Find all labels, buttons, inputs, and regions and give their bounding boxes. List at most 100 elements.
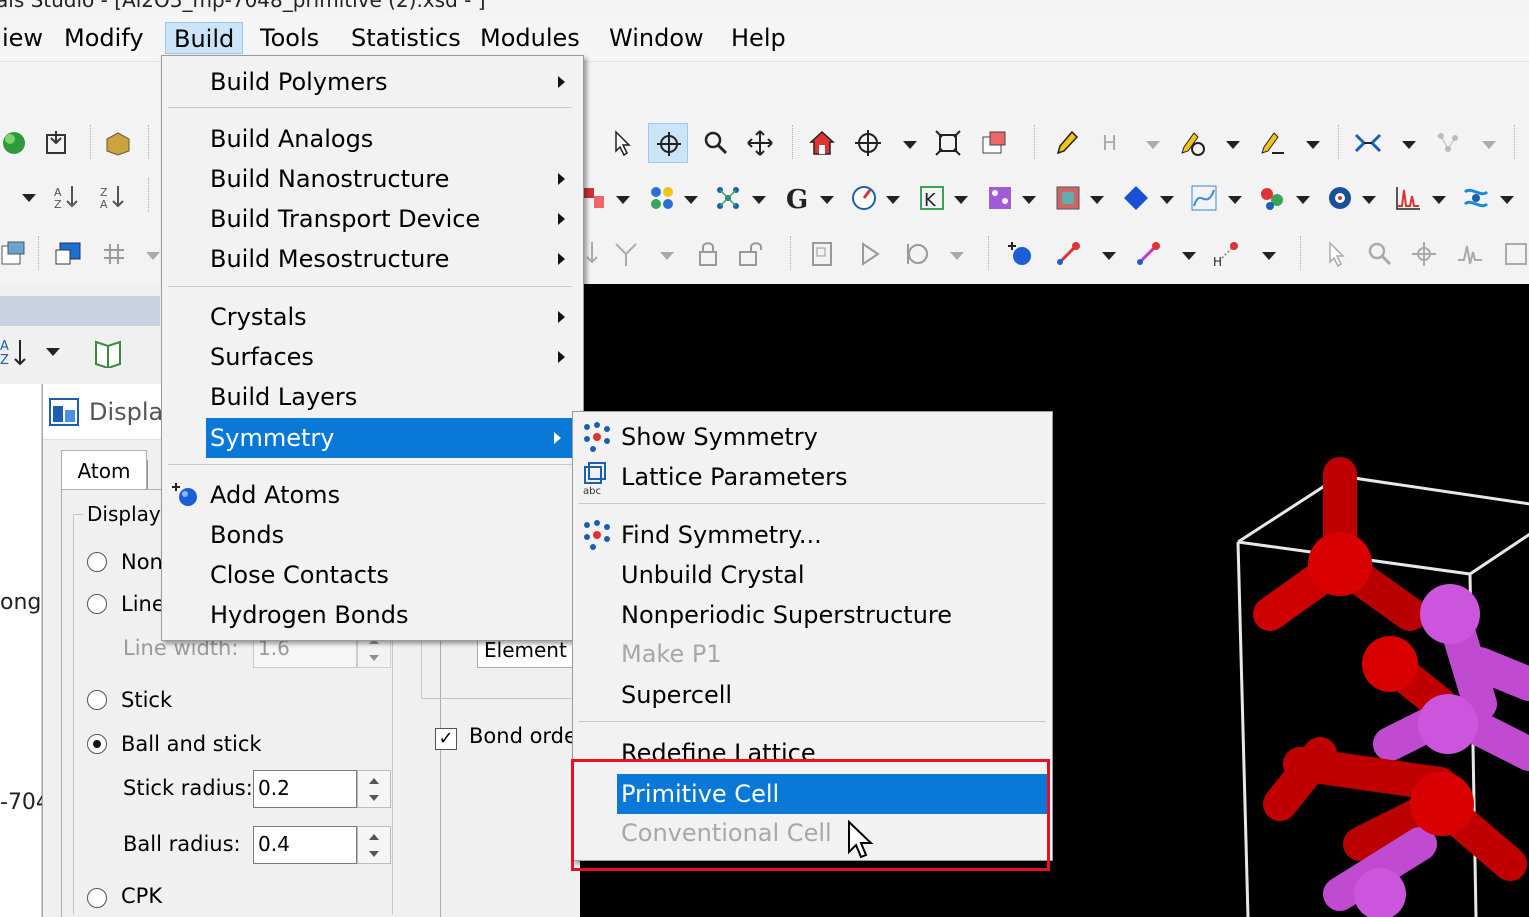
crystal-blue-dropdown-icon[interactable] bbox=[1160, 196, 1174, 204]
hydrogen-bond-dropdown-icon[interactable] bbox=[1262, 252, 1276, 260]
menu-item-find-symmetry[interactable]: Find Symmetry... bbox=[577, 515, 1047, 555]
lattice-dots-icon[interactable] bbox=[714, 184, 742, 212]
menu-item-lattice-parameters[interactable]: abc Lattice Parameters bbox=[577, 457, 1047, 497]
sort-descending-icon[interactable]: ZA bbox=[98, 182, 126, 210]
radio-ball-and-stick[interactable] bbox=[87, 734, 107, 754]
dynamics-icon[interactable] bbox=[1462, 184, 1490, 212]
sort-az-dropdown-icon[interactable] bbox=[46, 348, 60, 356]
menu-tools[interactable]: Tools bbox=[252, 22, 327, 54]
fit-to-screen-icon[interactable] bbox=[934, 129, 962, 157]
document-icon[interactable] bbox=[808, 240, 836, 268]
menu-item-build-analogs[interactable]: Build Analogs bbox=[166, 119, 576, 159]
k-point-dropdown-icon[interactable] bbox=[954, 196, 968, 204]
layer-icon[interactable] bbox=[1054, 184, 1082, 212]
import-icon[interactable] bbox=[42, 129, 70, 157]
translate-icon[interactable] bbox=[746, 129, 774, 157]
bond-order-checkbox[interactable]: ✓ bbox=[435, 728, 457, 750]
menu-item-symmetry[interactable]: Symmetry bbox=[206, 418, 572, 458]
structure-red-dropdown-icon[interactable] bbox=[616, 196, 630, 204]
menu-item-supercell[interactable]: Supercell bbox=[577, 675, 1047, 715]
center-icon[interactable] bbox=[854, 129, 882, 157]
fork-dropdown-icon[interactable] bbox=[660, 252, 674, 260]
zoom-icon[interactable] bbox=[702, 129, 730, 157]
bond-red-blue-dropdown-icon[interactable] bbox=[1102, 252, 1116, 260]
play-icon[interactable] bbox=[856, 240, 884, 268]
atoms-color-icon[interactable] bbox=[648, 184, 676, 212]
menu-item-nonperiodic-superstructure[interactable]: Nonperiodic Superstructure bbox=[577, 595, 1047, 635]
menu-statistics[interactable]: Statistics bbox=[343, 22, 469, 54]
lock-icon[interactable] bbox=[694, 240, 722, 268]
sketch-chain-icon[interactable] bbox=[1258, 129, 1286, 157]
bond-magenta-dropdown-icon[interactable] bbox=[1182, 252, 1196, 260]
fork-icon[interactable] bbox=[612, 240, 640, 268]
menu-modify[interactable]: Modify bbox=[56, 22, 152, 54]
stick-radius-field[interactable]: 0.2 bbox=[253, 770, 357, 808]
curve-dropdown-icon[interactable] bbox=[1228, 196, 1242, 204]
g-icon[interactable]: G bbox=[784, 184, 812, 212]
menu-modules[interactable]: Modules bbox=[472, 22, 588, 54]
down-arrow-grey-icon[interactable] bbox=[582, 240, 610, 268]
radio-stick[interactable] bbox=[87, 690, 107, 710]
play-loop-dropdown-icon[interactable] bbox=[950, 252, 964, 260]
select-arrow-icon[interactable] bbox=[608, 129, 636, 157]
target-dropdown-icon[interactable] bbox=[1362, 196, 1376, 204]
menu-item-build-nanostructure[interactable]: Build Nanostructure bbox=[166, 159, 576, 199]
unlock-icon[interactable] bbox=[738, 240, 766, 268]
sketch-chain-dropdown-icon[interactable] bbox=[1306, 141, 1320, 149]
hydrogen-icon[interactable]: H bbox=[1102, 131, 1117, 155]
menu-item-show-symmetry[interactable]: Show Symmetry bbox=[577, 417, 1047, 457]
rotate-button[interactable] bbox=[648, 123, 688, 163]
select-grey-icon[interactable] bbox=[1322, 240, 1350, 268]
properties-icon[interactable] bbox=[0, 240, 28, 268]
menu-item-unbuild-crystal[interactable]: Unbuild Crystal bbox=[577, 555, 1047, 595]
display-options-icon[interactable] bbox=[980, 129, 1008, 157]
stick-radius-stepper[interactable] bbox=[357, 770, 391, 808]
add-atom-blue-icon[interactable] bbox=[1006, 240, 1034, 268]
menu-item-build-polymers[interactable]: Build Polymers bbox=[166, 62, 576, 102]
reaction-dropdown-icon[interactable] bbox=[1296, 196, 1310, 204]
chart-grey-icon[interactable] bbox=[1502, 240, 1529, 268]
ball-radius-stepper[interactable] bbox=[357, 826, 391, 864]
spectrum-grey-icon[interactable] bbox=[1456, 240, 1484, 268]
crystal-blue-icon[interactable] bbox=[1122, 184, 1150, 212]
layer-dropdown-icon[interactable] bbox=[1090, 196, 1104, 204]
sketch-ring-dropdown-icon[interactable] bbox=[1226, 141, 1240, 149]
book-icon[interactable] bbox=[92, 338, 124, 368]
dial-icon[interactable] bbox=[850, 184, 878, 212]
reaction-icon[interactable] bbox=[1258, 184, 1286, 212]
center-dropdown-icon[interactable] bbox=[903, 141, 917, 149]
amorphous-icon[interactable] bbox=[986, 184, 1014, 212]
radio-none[interactable] bbox=[87, 552, 107, 572]
bond-magenta-icon[interactable] bbox=[1134, 240, 1162, 268]
menu-view[interactable]: iew bbox=[0, 22, 51, 54]
menu-window[interactable]: Window bbox=[601, 22, 712, 54]
radio-line[interactable] bbox=[87, 594, 107, 614]
target-icon[interactable] bbox=[1326, 184, 1354, 212]
g-dropdown-icon[interactable] bbox=[820, 196, 834, 204]
menu-item-build-mesostructure[interactable]: Build Mesostructure bbox=[166, 239, 576, 279]
bond-red-blue-icon[interactable] bbox=[1054, 240, 1082, 268]
window-icon[interactable] bbox=[54, 240, 82, 268]
zoom-grey-icon[interactable] bbox=[1366, 240, 1394, 268]
menu-item-build-layers[interactable]: Build Layers bbox=[166, 377, 576, 417]
sort-az-icon[interactable]: AZ bbox=[0, 336, 30, 368]
lattice-dots-dropdown-icon[interactable] bbox=[752, 196, 766, 204]
dynamics-dropdown-icon[interactable] bbox=[1500, 196, 1514, 204]
grid-icon[interactable] bbox=[100, 240, 128, 268]
play-loop-icon[interactable] bbox=[902, 240, 930, 268]
atoms-color-dropdown-icon[interactable] bbox=[684, 196, 698, 204]
spectrum-icon[interactable] bbox=[1394, 184, 1422, 212]
sketch-pencil-icon[interactable] bbox=[1052, 129, 1080, 157]
k-point-icon[interactable]: K bbox=[918, 184, 946, 212]
menu-build[interactable]: Build bbox=[165, 22, 244, 54]
box-icon[interactable] bbox=[104, 129, 132, 157]
spectrum-dropdown-icon[interactable] bbox=[1432, 196, 1446, 204]
clean-icon[interactable] bbox=[1354, 129, 1382, 157]
amorphous-dropdown-icon[interactable] bbox=[1022, 196, 1036, 204]
sort-ascending-icon[interactable]: AZ bbox=[52, 182, 80, 210]
translate-grey-icon[interactable] bbox=[1410, 240, 1438, 268]
radio-cpk[interactable] bbox=[87, 888, 107, 908]
hydrogen-dropdown-icon[interactable] bbox=[1146, 141, 1160, 149]
molecule-grey-icon[interactable] bbox=[1434, 129, 1462, 157]
sort-dropdown-icon[interactable] bbox=[22, 194, 36, 202]
